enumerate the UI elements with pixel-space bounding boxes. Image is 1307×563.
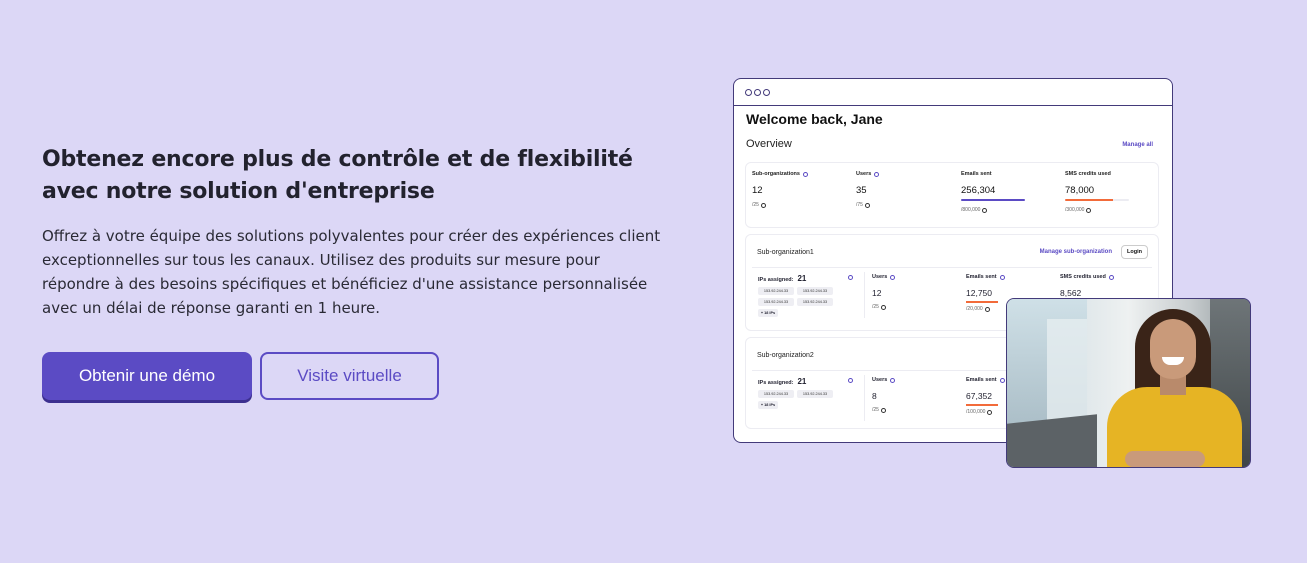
window-dot-icon (763, 88, 770, 96)
info-icon (984, 306, 990, 312)
ip-chip: 153.92.244.33 (797, 287, 833, 295)
ips-assigned: IPs assigned: 21 153.92.244.33 153.92.244… (758, 377, 858, 409)
stat-label: Emails sent (961, 171, 992, 177)
manage-all-link[interactable]: Manage all (1122, 142, 1153, 148)
ips-assigned: IPs assigned: 21 153.92.244.33 153.92.244… (758, 274, 858, 317)
stat-limit: /20,000 (966, 306, 983, 312)
person-hands (1125, 451, 1205, 467)
stat-label: SMS credits used (1065, 171, 1111, 177)
stat-value: 256,304 (961, 185, 996, 196)
manage-sub-organization-link[interactable]: Manage sub-organization (1040, 249, 1112, 255)
gear-icon[interactable] (1108, 274, 1114, 280)
hero-title: Obtenez encore plus de contrôle et de fl… (42, 147, 633, 204)
stat-label: Users (856, 171, 872, 177)
hero-section: Obtenez encore plus de contrôle et de fl… (42, 144, 682, 320)
laptop-shape (1007, 414, 1097, 467)
progress-bar (966, 301, 998, 303)
stat-limit: /25 (872, 407, 879, 413)
ip-chip: 153.92.244.33 (758, 287, 794, 295)
stat-emails-sent: Emails sent 256,304 /800,000 (961, 171, 1061, 213)
info-icon (982, 207, 988, 213)
stat-limit: /25 (872, 304, 879, 310)
virtual-tour-button[interactable]: Visite virtuelle (260, 352, 439, 400)
overview-stats-card: Sub-organizations 12 /25 Users 35 /75 Em… (745, 162, 1159, 228)
progress-bar (1065, 199, 1129, 201)
stat-limit: /75 (856, 202, 863, 208)
gear-icon[interactable] (890, 377, 896, 383)
info-icon (880, 304, 886, 310)
stat-label: Users (872, 274, 888, 280)
stat-limit: /25 (752, 202, 759, 208)
photo-background (1047, 319, 1087, 429)
customer-photo (1006, 298, 1251, 468)
cta-buttons: Obtenir une démo Visite virtuelle (42, 352, 439, 400)
stat-limit: /800,000 (961, 207, 981, 213)
info-icon (987, 409, 993, 415)
stat-label: Emails sent (966, 274, 997, 280)
gear-icon[interactable] (802, 171, 808, 177)
stat-value: 35 (856, 185, 867, 196)
stat-limit: /100,000 (966, 409, 986, 415)
info-icon (760, 202, 766, 208)
stat-value: 8 (872, 391, 877, 401)
gear-icon[interactable] (848, 378, 853, 383)
stat-sms-credits: SMS credits used 78,000 /300,000 (1065, 171, 1165, 213)
gear-icon[interactable] (999, 274, 1005, 280)
progress-bar (961, 199, 1025, 201)
welcome-heading: Welcome back, Jane (746, 111, 883, 127)
login-button[interactable]: Login (1121, 245, 1148, 259)
gear-icon[interactable] (999, 377, 1005, 383)
stat-value: 78,000 (1065, 185, 1095, 196)
info-icon (864, 202, 870, 208)
gear-icon[interactable] (874, 171, 880, 177)
sub-stat-sms: SMS credits used 8,562 (1060, 274, 1140, 298)
ips-label: IPs assigned: (758, 380, 794, 386)
sub-stat-users: Users 12 /25 (872, 274, 952, 310)
more-ips-chip[interactable]: + 18 IPs (758, 309, 778, 317)
person-face (1150, 319, 1196, 379)
stat-label: Sub-organizations (752, 171, 800, 177)
ip-chip: 153.92.244.33 (797, 298, 833, 306)
sub-organization-title: Sub-organization1 (757, 249, 814, 256)
stat-value: 8,562 (1060, 288, 1082, 298)
window-dot-icon (754, 88, 761, 96)
ips-label: IPs assigned: (758, 277, 794, 283)
divider (864, 272, 865, 318)
more-ips-chip[interactable]: + 18 IPs (758, 401, 778, 409)
stat-users: Users 35 /75 (856, 171, 956, 208)
stat-label: Emails sent (966, 377, 997, 383)
ip-chip: 153.92.244.33 (797, 390, 833, 398)
gear-icon[interactable] (890, 274, 896, 280)
ips-count: 21 (797, 274, 807, 283)
window-titlebar (734, 79, 1172, 106)
ip-chip: 153.92.244.33 (758, 390, 794, 398)
gear-icon[interactable] (848, 275, 853, 280)
stat-label: Users (872, 377, 888, 383)
ips-count: 21 (797, 377, 807, 386)
sub-organization-title: Sub-organization2 (757, 352, 814, 359)
sub-stat-users: Users 8 /25 (872, 377, 952, 413)
stat-limit: /300,000 (1065, 207, 1085, 213)
stat-sub-organizations: Sub-organizations 12 /25 (752, 171, 852, 208)
demo-button[interactable]: Obtenir une démo (42, 352, 252, 400)
info-icon (1086, 207, 1092, 213)
ip-chip: 153.92.244.33 (758, 298, 794, 306)
overview-heading: Overview (746, 138, 792, 150)
stat-label: SMS credits used (1060, 274, 1106, 280)
stat-value: 12,750 (966, 288, 992, 298)
window-dot-icon (745, 88, 752, 96)
divider (864, 375, 865, 421)
stat-value: 12 (752, 185, 763, 196)
hero-description: Offrez à votre équipe des solutions poly… (42, 227, 661, 317)
info-icon (880, 407, 886, 413)
progress-bar (966, 404, 998, 406)
stat-value: 12 (872, 288, 882, 298)
